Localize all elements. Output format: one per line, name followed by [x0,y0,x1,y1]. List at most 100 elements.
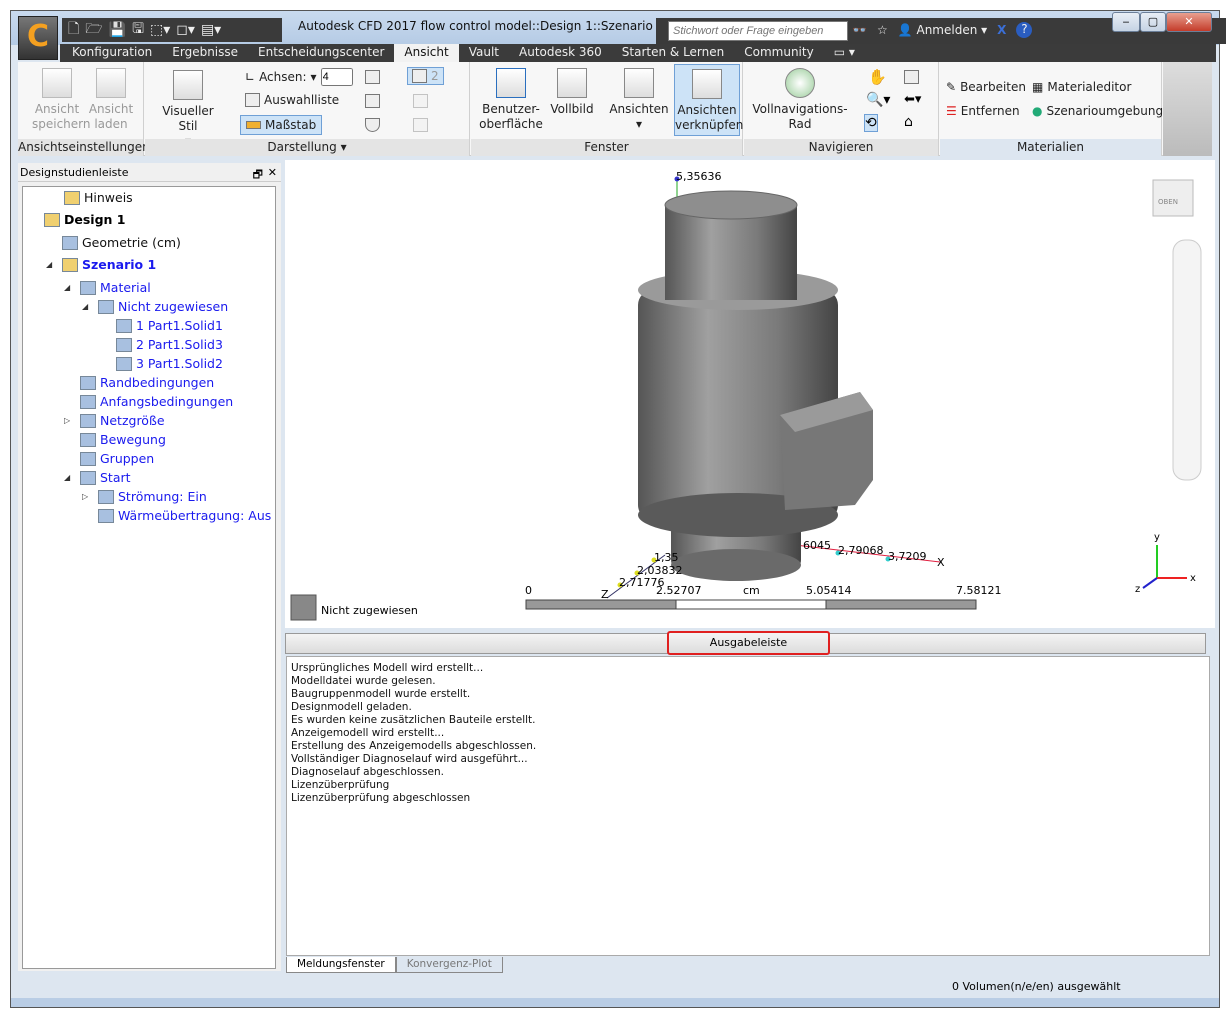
tab-vault[interactable]: Vault [459,44,509,62]
tree-item[interactable]: Material [80,280,151,295]
material-icon [98,299,114,314]
tab-meldungsfenster[interactable]: Meldungsfenster [286,957,396,973]
initial-conditions-icon [80,394,96,409]
expand-icon[interactable]: ▷ [82,492,88,501]
collapse-icon[interactable]: ◢ [82,302,88,311]
panel-label[interactable]: Darstellung ▾ [145,139,469,156]
float-icon[interactable]: 🗗 [253,166,263,185]
tree-item[interactable]: Start [80,470,131,485]
tree-item[interactable]: Randbedingungen [80,375,214,390]
collapse-icon[interactable]: ◢ [46,260,52,269]
tab-community[interactable]: Community [734,44,823,62]
scale-button[interactable]: Maßstab [240,115,323,135]
scenario-environment-button[interactable]: ● Szenarioumgebung [1032,104,1163,118]
tree-item[interactable]: 3 Part1.Solid2 [116,356,223,371]
star-icon[interactable]: ☆ [877,23,888,37]
expand-icon[interactable]: ▷ [64,416,70,425]
ribbon-minimize-icon[interactable]: ▭ ▾ [824,44,865,62]
signin-button[interactable]: 👤 Anmelden ▾ [898,23,987,37]
fullscreen-button[interactable]: Vollbild [547,68,597,117]
save-view-button[interactable]: Ansicht speichern [32,68,91,132]
tree-item[interactable]: Anfangsbedingungen [80,394,233,409]
edit-material-button[interactable]: ✎ Bearbeiten [946,80,1026,94]
open-icon[interactable]: 🗁 [85,18,102,42]
tree-item[interactable]: Gruppen [80,451,154,466]
visual-style-button[interactable]: Visueller Stil▾ [153,70,223,149]
window-count-spinner[interactable]: 2 [407,67,444,85]
axes-spinner[interactable] [320,68,353,86]
output-bar-button[interactable]: Ausgabeleiste [667,631,830,655]
flow-icon [98,489,114,504]
maximize-button[interactable]: ▢ [1140,12,1166,32]
material-editor-button[interactable]: ▦ Materialeditor [1032,80,1131,94]
material-editor-label: Materialeditor [1047,80,1132,94]
tree-item[interactable]: Netzgröße [80,413,165,428]
navigation-bar[interactable] [1172,239,1202,481]
zoom-window-icon[interactable]: ⬅▾ [904,92,921,107]
tree-item[interactable]: Geometrie (cm) [62,235,181,250]
binoculars-icon[interactable]: 👓 [852,23,867,37]
user-interface-button[interactable]: Benutzer-oberfläche [479,68,543,132]
panel-label-text: Darstellung [267,140,337,154]
tab-starten-lernen[interactable]: Starten & Lernen [612,44,734,62]
pencil-icon: ✎ [946,80,957,94]
tab-ergebnisse[interactable]: Ergebnisse [162,44,248,62]
tree-item[interactable]: Hinweis [64,190,133,205]
part-icon [116,356,132,371]
close-button[interactable]: ✕ [1166,12,1212,32]
help-icon[interactable]: ? [1016,22,1033,38]
tree-item[interactable]: Strömung: Ein [98,489,207,504]
orbit-icon[interactable]: ⟲ [864,114,878,132]
tab-autodesk-360[interactable]: Autodesk 360 [509,44,612,62]
new-icon[interactable]: 🗋 [68,18,79,42]
tab-entscheidungscenter[interactable]: Entscheidungscenter [248,44,394,62]
search-input[interactable] [668,21,848,41]
full-navigation-wheel-button[interactable]: Vollnavigations-Rad [752,68,848,132]
save-as-icon[interactable]: 🖫 [132,18,144,42]
view-cube-icon[interactable] [365,70,380,84]
infocenter-tools: 👓 ☆ 👤 Anmelden ▾ X? [852,22,1033,38]
list-icon[interactable]: ▤▾ [201,22,221,38]
select-icon[interactable]: ⬚▾ [150,22,170,38]
remove-material-button[interactable]: ☰ Entfernen [946,104,1020,118]
tab-konvergenz-plot[interactable]: Konvergenz-Plot [395,957,503,973]
tree-item[interactable]: 1 Part1.Solid1 [116,318,223,333]
link-views-label: Ansichten verknüpfen [675,103,744,132]
exchange-icon[interactable]: X [997,23,1006,37]
look-icon[interactable] [904,70,919,84]
3d-viewport[interactable]: 5,35636 6045 2,79068 3,7209 X 1,35 2,038… [285,160,1215,628]
cube-icon[interactable]: ◻▾ [176,22,195,38]
zoom-icon[interactable]: 🔍▾ [866,92,890,108]
tree-item[interactable]: Szenario 1 [62,257,156,272]
tree-item[interactable]: Nicht zugewiesen [98,299,228,314]
tab-konfiguration[interactable]: Konfiguration [60,44,162,62]
bowl-icon[interactable] [365,118,380,132]
scale-segment [675,599,827,610]
tree-item[interactable]: Bewegung [80,432,166,447]
tree-item-label: 2 Part1.Solid3 [136,337,223,352]
legend-icon[interactable] [365,94,380,108]
tab-ansicht[interactable]: Ansicht [394,44,459,62]
load-view-button[interactable]: Ansicht laden [86,68,136,132]
tree-item[interactable]: 2 Part1.Solid3 [116,337,223,352]
selection-list-button[interactable]: Auswahlliste [245,93,339,107]
minimize-button[interactable]: ‒ [1112,12,1140,32]
close-panel-icon[interactable]: ✕ [268,166,277,179]
pan-icon[interactable]: ✋ [868,68,887,86]
message-line: Baugruppenmodell wurde erstellt. [291,688,471,700]
scale-segment [825,599,977,610]
collapse-icon[interactable]: ◢ [64,283,70,292]
views-button[interactable]: Ansichten ▾ [607,68,671,132]
collapse-icon[interactable]: ◢ [64,473,70,482]
model-bottom-cap [671,549,801,581]
scale-label: 5.05414 [806,584,852,597]
fullscreen-label: Vollbild [550,102,594,116]
link-views-button[interactable]: Ansichten verknüpfen [674,64,744,136]
save-icon[interactable]: 💾 [109,22,126,38]
application-menu-button[interactable]: C [18,16,58,60]
tree-item[interactable]: Wärmeübertragung: Aus [98,508,271,523]
home-icon[interactable]: ⌂ [904,114,913,130]
ribbon: Ansicht speichern Ansicht laden Ansichts… [18,62,1212,156]
tree-item[interactable]: Design 1 [44,212,125,227]
scale-label: 2.52707 [656,584,702,597]
